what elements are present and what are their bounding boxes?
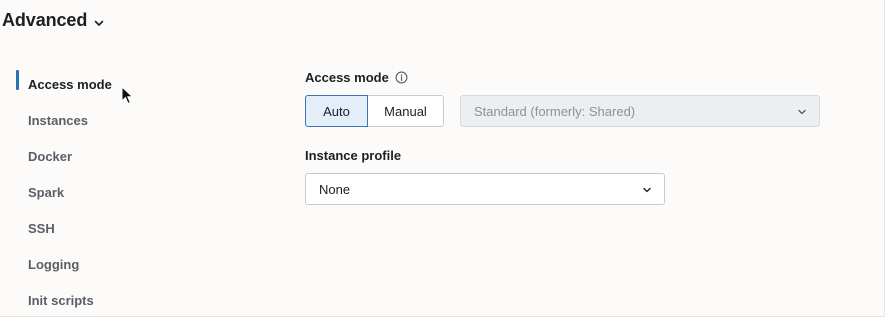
- chevron-down-icon: [798, 109, 806, 115]
- sidenav-item-label: SSH: [28, 220, 55, 236]
- settings-form: Access mode Auto Manual Standard (former…: [305, 68, 820, 205]
- access-mode-toggle: Auto Manual: [305, 95, 444, 127]
- chevron-down-icon: [643, 187, 651, 193]
- sidenav-item-logging[interactable]: Logging: [16, 246, 216, 282]
- access-mode-select-value: Standard (formerly: Shared): [474, 103, 636, 119]
- chevron-down-icon: [94, 20, 104, 26]
- sidenav-item-init-scripts[interactable]: Init scripts: [16, 282, 216, 318]
- manual-button[interactable]: Manual: [368, 95, 444, 127]
- sidenav-item-label: Spark: [28, 184, 65, 200]
- sidenav-item-instances[interactable]: Instances: [16, 102, 216, 138]
- sidenav-item-docker[interactable]: Docker: [16, 138, 216, 174]
- access-mode-label: Access mode: [305, 69, 389, 85]
- access-mode-select[interactable]: Standard (formerly: Shared): [460, 95, 820, 127]
- sidenav-item-access-mode[interactable]: Access mode: [16, 66, 216, 102]
- advanced-settings-panel: Advanced Access mode Instances Docker Sp…: [0, 0, 885, 317]
- auto-button[interactable]: Auto: [305, 95, 368, 127]
- instance-profile-label: Instance profile: [305, 147, 402, 163]
- sidenav-item-ssh[interactable]: SSH: [16, 210, 216, 246]
- sidenav-item-label: Logging: [28, 256, 80, 272]
- instance-profile-select[interactable]: None: [305, 173, 665, 205]
- settings-sidenav: Access mode Instances Docker Spark SSH L…: [16, 66, 216, 318]
- section-title: Advanced: [2, 10, 88, 30]
- sidenav-item-label: Docker: [28, 148, 73, 164]
- sidenav-item-label: Init scripts: [28, 292, 94, 308]
- mouse-pointer-icon: [121, 86, 134, 105]
- sidenav-item-label: Access mode: [28, 76, 112, 92]
- sidenav-item-label: Instances: [28, 112, 88, 128]
- info-icon[interactable]: [395, 71, 408, 84]
- advanced-section-toggle[interactable]: Advanced: [2, 10, 105, 31]
- sidenav-item-spark[interactable]: Spark: [16, 174, 216, 210]
- instance-profile-select-value: None: [319, 181, 351, 197]
